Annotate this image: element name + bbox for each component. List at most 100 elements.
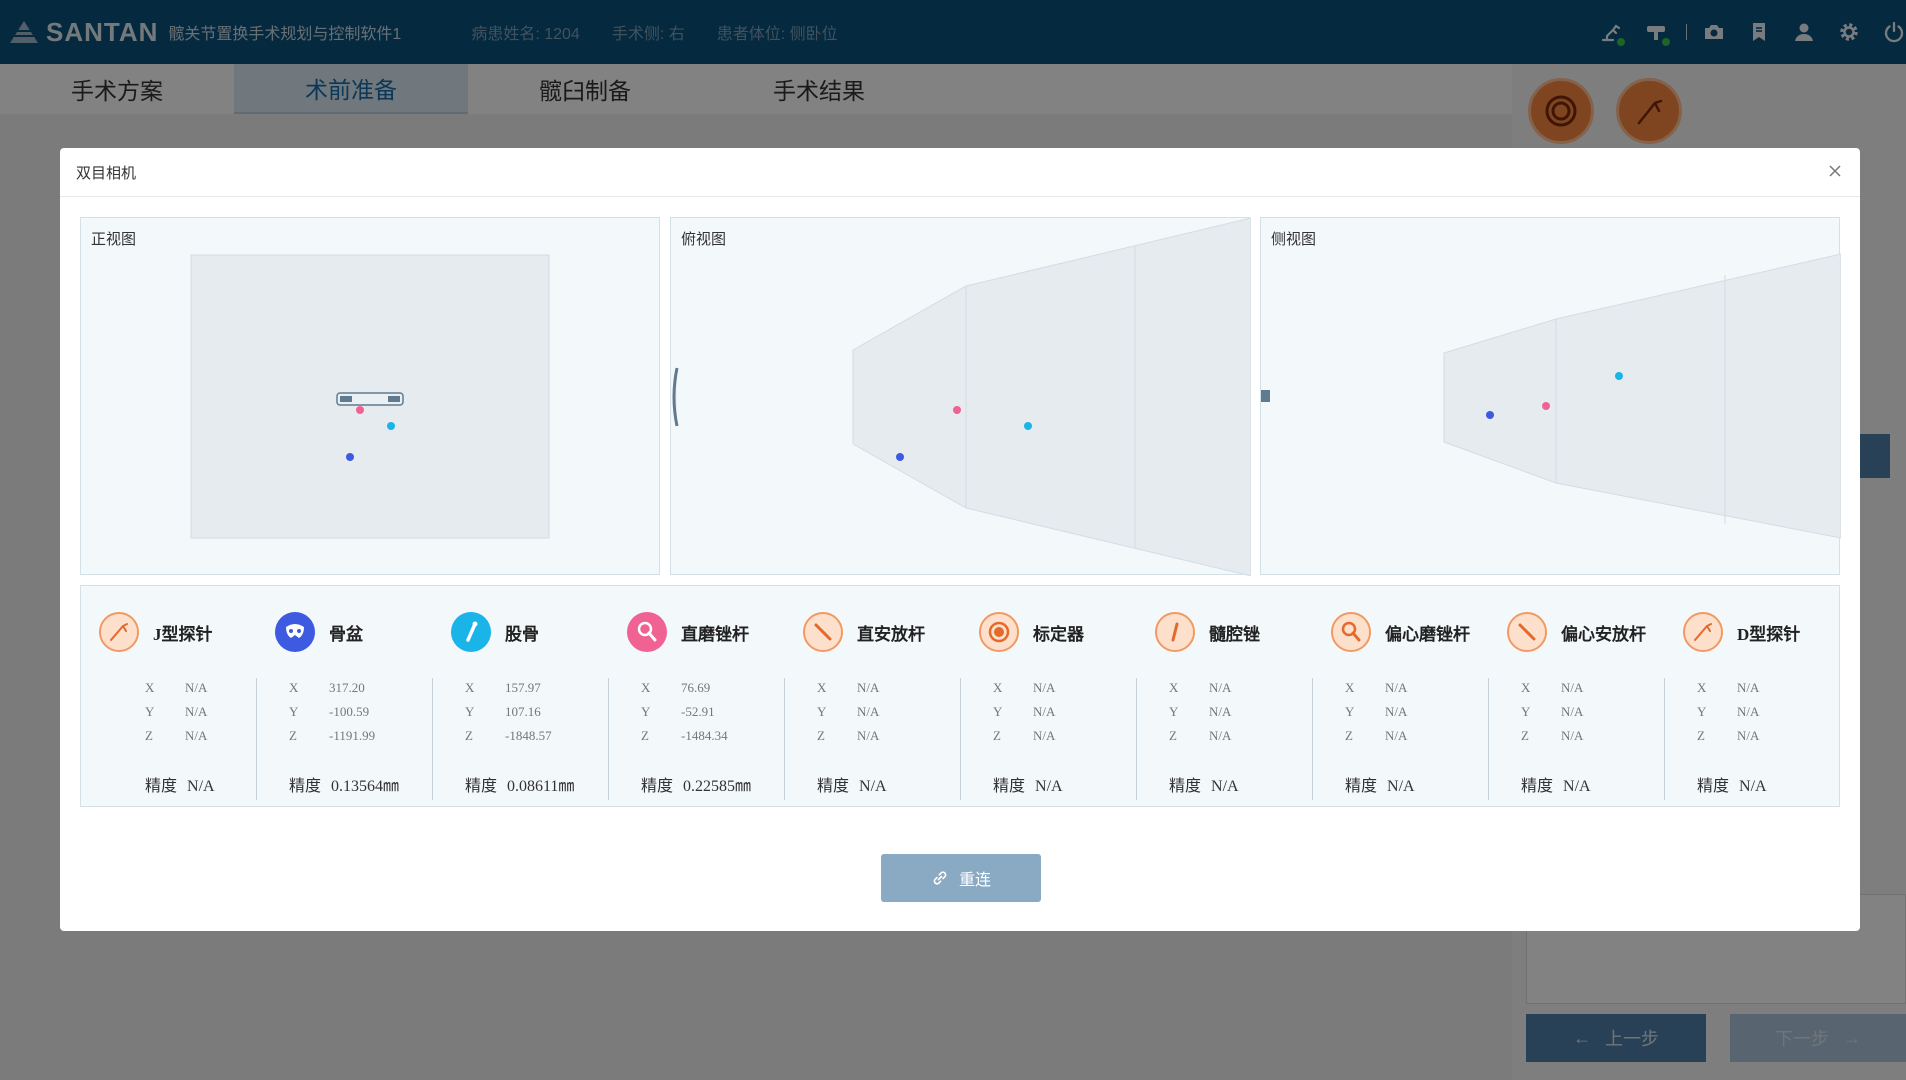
axis-y: Y [817,704,827,719]
coord-x-value: 76.69 [681,680,711,695]
coord-z-value: N/A [1737,728,1760,743]
column-divider [960,678,961,800]
precision-value: N/A [859,778,887,795]
precision: 精度 N/A [1697,772,1767,796]
coord-z-value: N/A [1561,728,1584,743]
coord-z-value: N/A [1385,728,1408,743]
coord-x: X N/A [1345,680,1485,698]
coord-x-value: 157.97 [505,680,541,695]
axis-y: Y [993,704,1003,719]
coord-z: Z -1848.57 [465,728,605,746]
coord-y-value: N/A [1737,704,1760,719]
coord-y: Y 107.16 [465,704,605,722]
tool-name: 骨盆 [329,624,363,644]
tool-name: 标定器 [1033,624,1084,644]
reconnect-button[interactable]: 重连 [881,854,1041,902]
coord-y: Y N/A [1521,704,1661,722]
tools-panel: J型探针 骨盆 股骨 直磨锉杆 直安放杆 标定器 髓腔锉 偏心磨锉杆 偏心安放杆… [80,585,1840,807]
axis-z: Z [1697,728,1705,743]
axis-z: Z [1521,728,1529,743]
coord-y-value: -52.91 [681,704,715,719]
axis-x: X [1169,680,1179,695]
straight-reamer-icon [627,612,667,652]
axis-z: Z [145,728,153,743]
column-divider [1312,678,1313,800]
close-icon [1829,165,1841,177]
coord-y-value: N/A [1385,704,1408,719]
tool-header: 直磨锉杆 [627,612,749,652]
close-button[interactable] [1824,160,1846,182]
coord-z: Z N/A [1697,728,1837,746]
canal-rasp-icon [1155,612,1195,652]
axis-z: Z [1345,728,1353,743]
column-divider [784,678,785,800]
tool-header: 髓腔锉 [1155,612,1260,652]
column-divider [1664,678,1665,800]
coord-x-value: N/A [1385,680,1408,695]
precision-label: 精度 [1169,778,1202,795]
axis-x: X [1345,680,1355,695]
dialog-title: 双目相机 [76,164,137,182]
precision-value: 0.22585㎜ [683,778,752,795]
precision-value: 0.08611㎜ [507,778,575,795]
coord-y-value: N/A [1561,704,1584,719]
precision: 精度 N/A [993,772,1063,796]
coord-z: Z -1484.34 [641,728,781,746]
straight-placement-icon [803,612,843,652]
column-divider [1488,678,1489,800]
coord-y: Y N/A [1697,704,1837,722]
precision: 精度 0.08611㎜ [465,772,574,796]
tool-name: 直安放杆 [857,624,925,644]
coord-z-value: N/A [1033,728,1056,743]
coord-z-value: -1848.57 [505,728,552,743]
precision-label: 精度 [1345,778,1378,795]
coord-y-value: N/A [857,704,880,719]
axis-x: X [993,680,1003,695]
axis-y: Y [1169,704,1179,719]
coord-y: Y N/A [817,704,957,722]
column-divider [256,678,257,800]
axis-x: X [817,680,827,695]
precision-value: N/A [1739,778,1767,795]
axis-z: Z [465,728,473,743]
coord-y: Y N/A [145,704,255,722]
tool-header: 偏心安放杆 [1507,612,1646,652]
coord-x-value: N/A [1033,680,1056,695]
coord-x: X N/A [1169,680,1309,698]
tool-name: J型探针 [153,624,213,644]
tool-header: J型探针 [99,612,213,652]
coord-x: X N/A [817,680,957,698]
precision-value: N/A [1563,778,1591,795]
coord-y-value: N/A [1033,704,1056,719]
j-probe-icon [99,612,139,652]
reconnect-label: 重连 [958,872,991,889]
coord-x: X 157.97 [465,680,605,698]
coord-x-value: N/A [1737,680,1760,695]
coord-z-value: -1191.99 [329,728,376,743]
coord-y: Y -100.59 [289,704,429,722]
front-view: 正视图 [80,217,660,575]
coord-z-value: N/A [185,728,208,743]
precision-label: 精度 [145,778,178,795]
precision-value: 0.13564㎜ [331,778,400,795]
coord-y: Y N/A [993,704,1133,722]
coord-x: X N/A [1521,680,1661,698]
precision-label: 精度 [817,778,850,795]
axis-x: X [1521,680,1531,695]
tool-name: D型探针 [1737,624,1801,644]
offset-reamer-icon [1331,612,1371,652]
axis-y: Y [1521,704,1531,719]
offset-placement-icon [1507,612,1547,652]
coord-z: Z N/A [993,728,1133,746]
precision: 精度 N/A [145,772,215,796]
coord-z: Z N/A [1345,728,1485,746]
axis-y: Y [145,704,155,719]
precision-label: 精度 [465,778,498,795]
side-view-canvas [1261,253,1841,539]
coord-y-value: N/A [1209,704,1232,719]
tool-header: D型探针 [1683,612,1800,652]
coord-y: Y N/A [1169,704,1309,722]
precision: 精度 N/A [1169,772,1239,796]
camera-views: 正视图 俯视图 侧视图 [80,217,1841,576]
d-probe-icon [1683,612,1723,652]
